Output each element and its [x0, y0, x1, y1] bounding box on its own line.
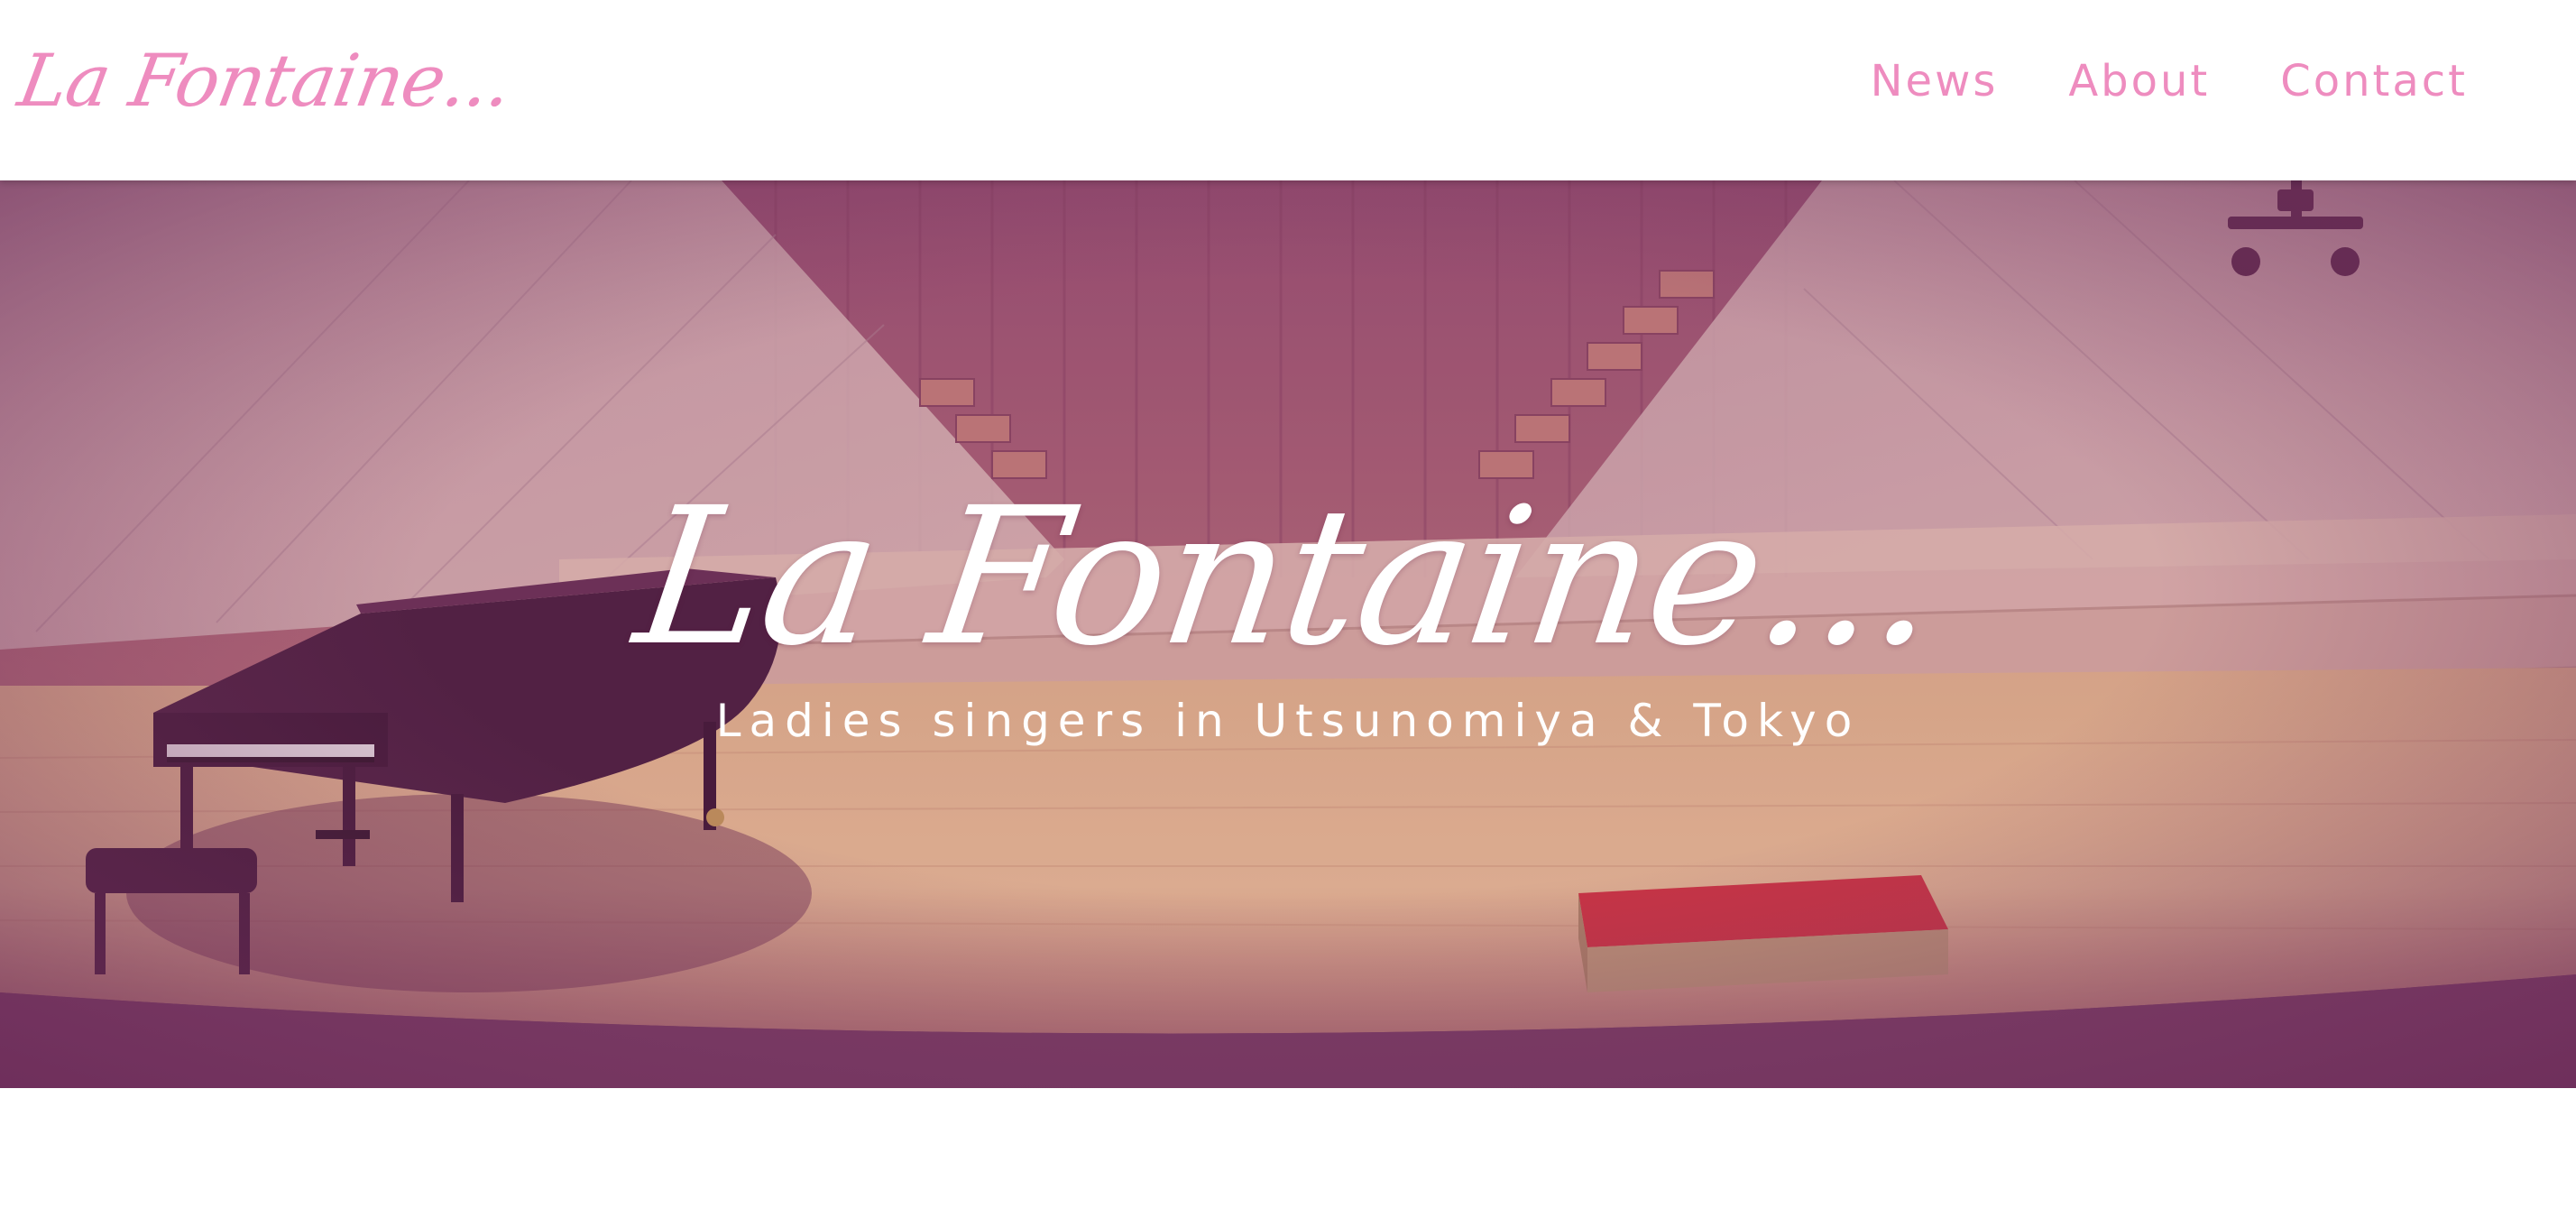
hero-banner: La Fontaine... Ladies singers in Utsunom… [0, 180, 2576, 1088]
nav-link-contact[interactable]: Contact [2280, 54, 2468, 108]
hero-title: La Fontaine... [624, 466, 1952, 687]
nav-link-about[interactable]: About [2068, 54, 2210, 108]
site-logo[interactable]: La Fontaine... [9, 18, 521, 144]
main-nav: News About Contact [1871, 54, 2468, 108]
hero-subtitle: Ladies singers in Utsunomiya & Tokyo [715, 695, 1861, 747]
nav-link-news[interactable]: News [1871, 54, 1999, 108]
site-header: La Fontaine... News About Contact [0, 0, 2576, 180]
